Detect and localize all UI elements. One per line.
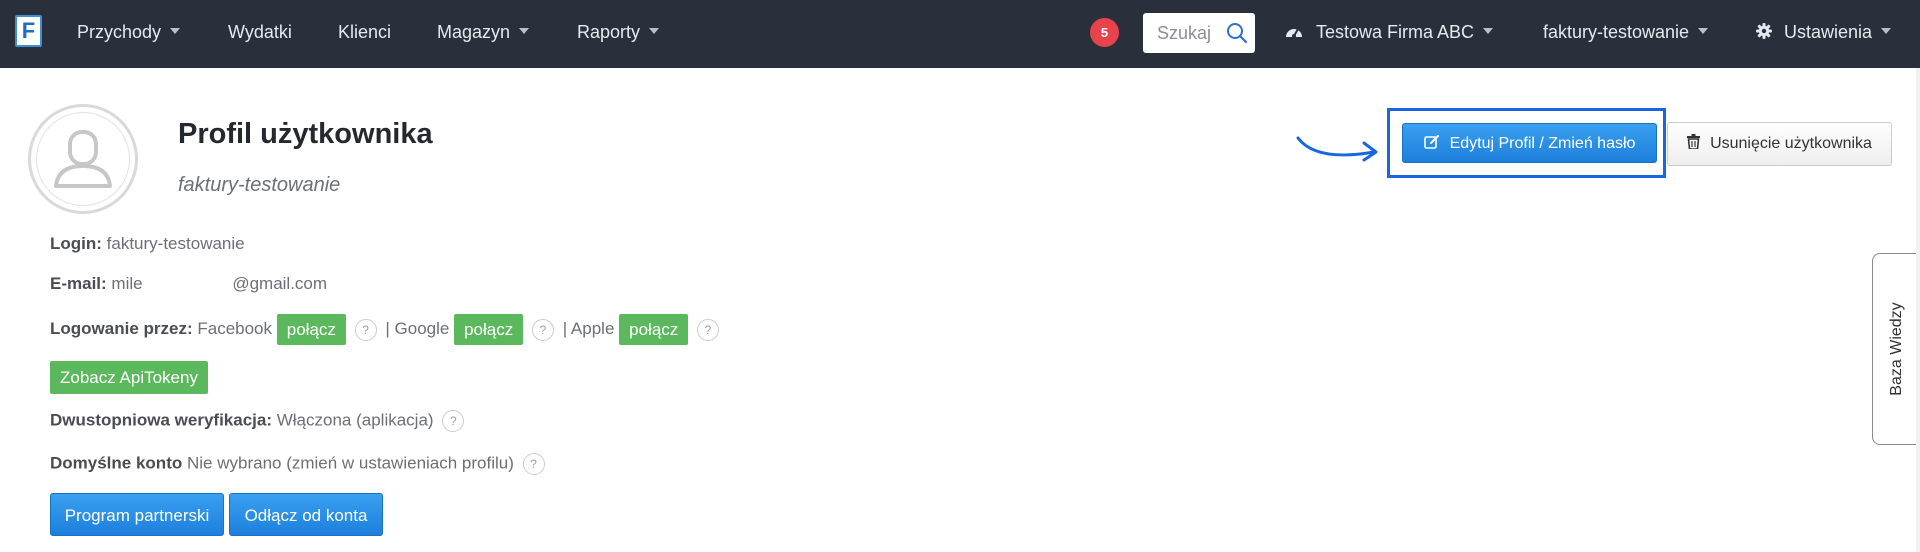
nav-magazyn[interactable]: Magazyn xyxy=(437,0,530,64)
edit-profile-label: Edytuj Profil / Zmień hasło xyxy=(1449,135,1636,152)
knowledge-base-label: Baza Wiedzy xyxy=(1887,302,1905,396)
delete-user-button[interactable]: Usunięcie użytkownika xyxy=(1667,122,1892,166)
google-label: Google xyxy=(394,318,450,338)
delete-user-label: Usunięcie użytkownika xyxy=(1710,135,1872,152)
avatar xyxy=(28,104,138,214)
help-icon[interactable]: ? xyxy=(354,318,377,341)
knowledge-base-tab[interactable]: Baza Wiedzy xyxy=(1872,253,1920,445)
highlight-frame: Edytuj Profil / Zmień hasło xyxy=(1387,108,1666,178)
top-navbar: F Przychody Wydatki Klienci Magazyn Rapo… xyxy=(0,0,1920,68)
facebook-label: Facebook xyxy=(197,318,273,338)
email-row: E-mail: mile @gmail.com xyxy=(50,274,327,294)
help-icon[interactable]: ? xyxy=(442,410,465,432)
disconnect-account-button[interactable]: Odłącz od konta xyxy=(229,493,383,536)
email-value: mile @gmail.com xyxy=(111,274,328,293)
company-dropdown[interactable]: Testowa Firma ABC xyxy=(1284,0,1494,64)
company-name: Testowa Firma ABC xyxy=(1316,22,1475,42)
page-title: Profil użytkownika xyxy=(178,118,433,150)
account-dropdown[interactable]: faktury-testowanie xyxy=(1543,0,1709,64)
search-icon[interactable] xyxy=(1226,22,1248,44)
nav-klienci-label: Klienci xyxy=(338,22,392,42)
nav-wydatki[interactable]: Wydatki xyxy=(228,0,292,64)
nav-wydatki-label: Wydatki xyxy=(228,22,292,42)
social-login-row: Logowanie przez: Facebook połącz ? | Goo… xyxy=(50,314,723,345)
twofa-row: Dwustopniowa weryfikacja: Włączona (apli… xyxy=(50,410,468,432)
connect-apple-button[interactable]: połącz xyxy=(619,314,689,345)
chevron-down-icon xyxy=(649,28,660,35)
connect-google-button[interactable]: połącz xyxy=(454,314,524,345)
nav-magazyn-label: Magazyn xyxy=(437,22,511,42)
login-label: Login: xyxy=(50,234,102,253)
help-icon[interactable]: ? xyxy=(531,318,554,341)
profile-username: faktury-testowanie xyxy=(178,174,341,196)
default-account-value: Nie wybrano (zmień w ustawieniach profil… xyxy=(186,453,514,473)
social-login-label: Logowanie przez: xyxy=(50,318,193,338)
separator: | xyxy=(385,318,390,338)
user-icon xyxy=(54,130,112,188)
nav-przychody[interactable]: Przychody xyxy=(77,0,181,64)
help-icon[interactable]: ? xyxy=(522,453,545,475)
settings-dropdown[interactable]: Ustawienia xyxy=(1756,0,1892,64)
arrow-icon xyxy=(1296,136,1378,162)
connect-facebook-button[interactable]: połącz xyxy=(276,314,346,345)
separator: | xyxy=(562,318,568,338)
chevron-down-icon xyxy=(519,28,530,35)
apple-label: Apple xyxy=(570,318,615,338)
edit-icon xyxy=(1423,134,1439,149)
app-logo[interactable]: F xyxy=(15,15,42,47)
nav-raporty-label: Raporty xyxy=(577,22,641,42)
notifications-badge[interactable]: 5 xyxy=(1090,18,1119,47)
nav-raporty[interactable]: Raporty xyxy=(577,0,660,64)
search-input[interactable] xyxy=(1143,13,1225,53)
chevron-down-icon xyxy=(1881,28,1892,35)
dashboard-gauge-icon xyxy=(1286,28,1302,39)
account-name: faktury-testowanie xyxy=(1543,22,1690,42)
default-account-row: Domyślne konto Nie wybrano (zmień w usta… xyxy=(50,453,549,475)
api-tokens-button[interactable]: Zobacz ApiTokeny xyxy=(50,361,208,394)
help-icon[interactable]: ? xyxy=(697,318,720,341)
api-tokens-row: Zobacz ApiTokeny xyxy=(50,361,208,394)
nav-przychody-label: Przychody xyxy=(77,22,162,42)
chevron-down-icon xyxy=(1483,28,1494,35)
nav-klienci[interactable]: Klienci xyxy=(338,0,391,64)
twofa-value: Włączona (aplikacja) xyxy=(276,410,434,430)
default-account-label: Domyślne konto xyxy=(50,453,183,473)
chevron-down-icon xyxy=(1698,28,1709,35)
login-row: Login: faktury-testowanie xyxy=(50,234,245,254)
gear-icon xyxy=(1756,23,1772,40)
settings-label: Ustawienia xyxy=(1784,22,1873,42)
scrollbar-track xyxy=(1916,68,1920,552)
login-value: faktury-testowanie xyxy=(106,234,245,253)
search-box xyxy=(1143,13,1255,53)
chevron-down-icon xyxy=(170,28,181,35)
edit-profile-button[interactable]: Edytuj Profil / Zmień hasło xyxy=(1402,123,1657,163)
twofa-label: Dwustopniowa weryfikacja: xyxy=(50,410,272,430)
email-label: E-mail: xyxy=(50,274,107,293)
partner-program-button[interactable]: Program partnerski xyxy=(50,493,224,536)
trash-icon xyxy=(1687,134,1701,151)
